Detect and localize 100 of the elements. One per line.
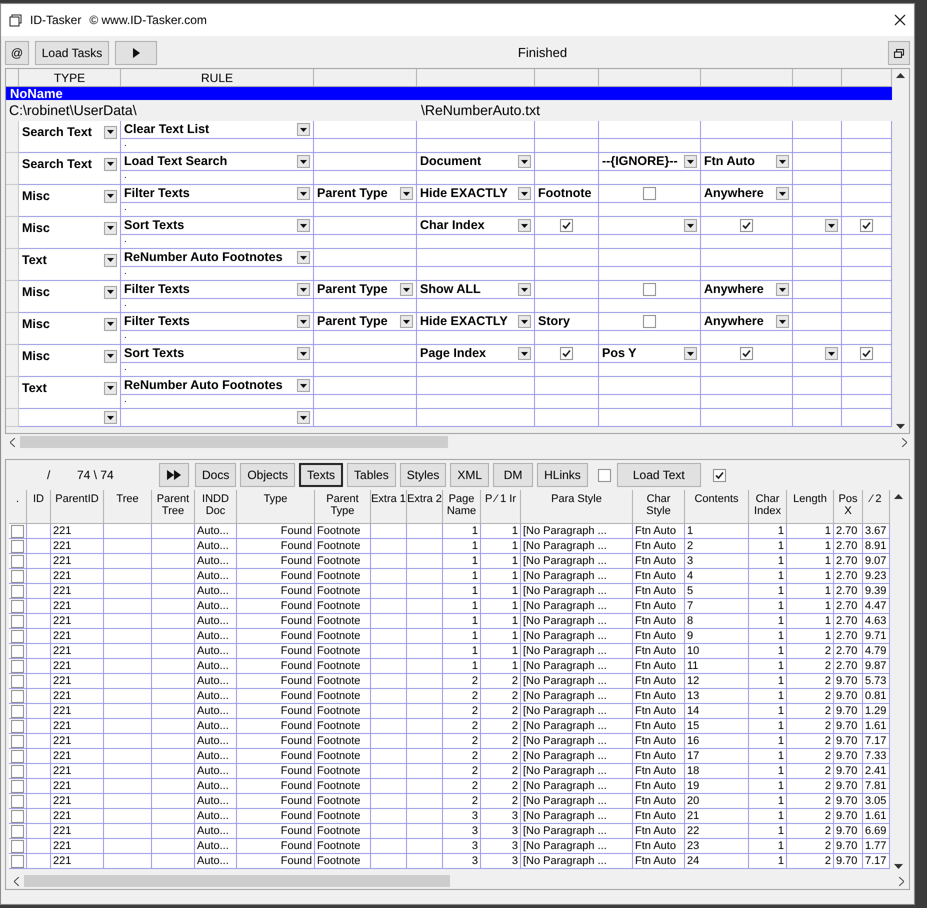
dropdown-button[interactable]	[518, 315, 531, 328]
checkbox[interactable]	[11, 810, 24, 822]
dropdown-button[interactable]	[684, 155, 697, 168]
checkbox[interactable]	[560, 347, 573, 360]
checkbox[interactable]	[11, 750, 24, 762]
column-header[interactable]: Pos X	[834, 490, 863, 524]
last-record-button[interactable]	[159, 463, 189, 487]
checkbox[interactable]	[11, 570, 24, 582]
column-header[interactable]: Extra 2	[407, 490, 443, 524]
view-tab[interactable]: Styles	[400, 463, 446, 487]
scroll-down-icon[interactable]	[896, 424, 905, 429]
column-header[interactable]: ⁄ 2	[863, 490, 890, 524]
column-header[interactable]: Char Index	[749, 490, 787, 524]
checkbox[interactable]	[11, 720, 24, 732]
checkbox[interactable]	[560, 219, 573, 232]
load-text-button[interactable]: Load Text	[616, 463, 701, 487]
view-tab[interactable]: Objects	[240, 463, 296, 487]
dropdown-button[interactable]	[518, 347, 531, 360]
column-header[interactable]: RULE	[121, 69, 314, 87]
dropdown-button[interactable]	[776, 283, 789, 296]
scrollbar-thumb[interactable]	[20, 436, 448, 448]
column-header[interactable]: P ⁄ 1 Ir	[481, 490, 521, 524]
column-header[interactable]: Parent Tree	[152, 490, 195, 524]
checkbox[interactable]	[11, 794, 24, 808]
checkbox[interactable]	[11, 780, 24, 792]
checkbox[interactable]	[11, 644, 24, 658]
column-header[interactable]: Extra 1	[371, 490, 407, 524]
dropdown-button[interactable]	[518, 155, 531, 168]
column-header[interactable]: Contents	[685, 490, 749, 524]
dropdown-button[interactable]	[400, 315, 413, 328]
checkbox[interactable]	[11, 734, 24, 748]
view-tab[interactable]: Texts	[299, 463, 344, 487]
checkbox[interactable]	[643, 283, 656, 296]
column-header[interactable]: .	[9, 490, 27, 524]
view-tab[interactable]: XML	[450, 463, 490, 487]
dropdown-button[interactable]	[776, 315, 789, 328]
checkbox[interactable]	[740, 347, 753, 360]
dropdown-button[interactable]	[825, 219, 838, 232]
column-header[interactable]: Para Style	[521, 490, 633, 524]
dropdown-button[interactable]	[518, 219, 531, 232]
dropdown-button[interactable]	[104, 350, 117, 363]
dropdown-button[interactable]	[400, 283, 413, 296]
close-icon[interactable]	[894, 14, 906, 26]
dropdown-button[interactable]	[297, 123, 310, 136]
dropdown-button[interactable]	[297, 187, 310, 200]
dropdown-button[interactable]	[104, 318, 117, 331]
checkbox[interactable]	[860, 219, 873, 232]
column-header[interactable]: INDD Doc	[195, 490, 237, 524]
scrollbar-thumb[interactable]	[24, 875, 450, 887]
checkbox[interactable]	[11, 764, 24, 778]
dropdown-button[interactable]	[776, 155, 789, 168]
dropdown-button[interactable]	[518, 283, 531, 296]
column-header[interactable]: Char Style	[633, 490, 685, 524]
scroll-right-icon[interactable]	[902, 438, 907, 446]
scroll-left-icon[interactable]	[14, 876, 19, 886]
dropdown-button[interactable]	[104, 254, 117, 267]
dropdown-button[interactable]	[684, 219, 697, 232]
view-tab[interactable]: HLinks	[537, 463, 588, 487]
scroll-right-icon[interactable]	[899, 876, 904, 886]
at-button[interactable]: @	[5, 41, 29, 65]
dropdown-button[interactable]	[297, 411, 310, 424]
checkbox[interactable]	[11, 584, 24, 598]
checkbox[interactable]	[11, 674, 24, 688]
checkbox[interactable]	[11, 704, 24, 718]
column-header[interactable]: Length	[787, 490, 834, 524]
checkbox[interactable]	[712, 468, 726, 482]
checkbox[interactable]	[643, 315, 656, 328]
checkbox[interactable]	[11, 630, 24, 642]
column-header[interactable]: Page Name	[443, 490, 481, 524]
dropdown-button[interactable]	[684, 347, 697, 360]
view-tab[interactable]: DM	[493, 463, 534, 487]
checkbox[interactable]	[598, 468, 611, 482]
dropdown-button[interactable]	[297, 251, 310, 264]
checkbox[interactable]	[11, 524, 24, 538]
dropdown-button[interactable]	[104, 158, 117, 171]
view-tab[interactable]: Tables	[347, 463, 396, 487]
dropdown-button[interactable]	[104, 286, 117, 299]
dropdown-button[interactable]	[297, 315, 310, 328]
dropdown-button[interactable]	[297, 219, 310, 232]
dropdown-button[interactable]	[104, 411, 117, 424]
checkbox[interactable]	[11, 554, 24, 568]
checkbox[interactable]	[11, 840, 24, 852]
scroll-up-icon[interactable]	[896, 73, 905, 78]
checkbox[interactable]	[11, 614, 24, 628]
checkbox[interactable]	[11, 600, 24, 612]
dropdown-button[interactable]	[104, 190, 117, 203]
checkbox[interactable]	[860, 347, 873, 360]
dropdown-button[interactable]	[825, 347, 838, 360]
column-header[interactable]: Parent Type	[315, 490, 371, 524]
column-header[interactable]: ID	[27, 490, 51, 524]
dropdown-button[interactable]	[297, 379, 310, 392]
view-tab[interactable]: Docs	[195, 463, 236, 487]
checkbox[interactable]	[11, 660, 24, 672]
checkbox[interactable]	[11, 690, 24, 702]
scroll-down-icon[interactable]	[894, 864, 903, 869]
dropdown-button[interactable]	[297, 283, 310, 296]
dropdown-button[interactable]	[104, 382, 117, 395]
restore-button[interactable]	[888, 41, 910, 65]
dropdown-button[interactable]	[776, 187, 789, 200]
column-header[interactable]: Type	[237, 490, 315, 524]
